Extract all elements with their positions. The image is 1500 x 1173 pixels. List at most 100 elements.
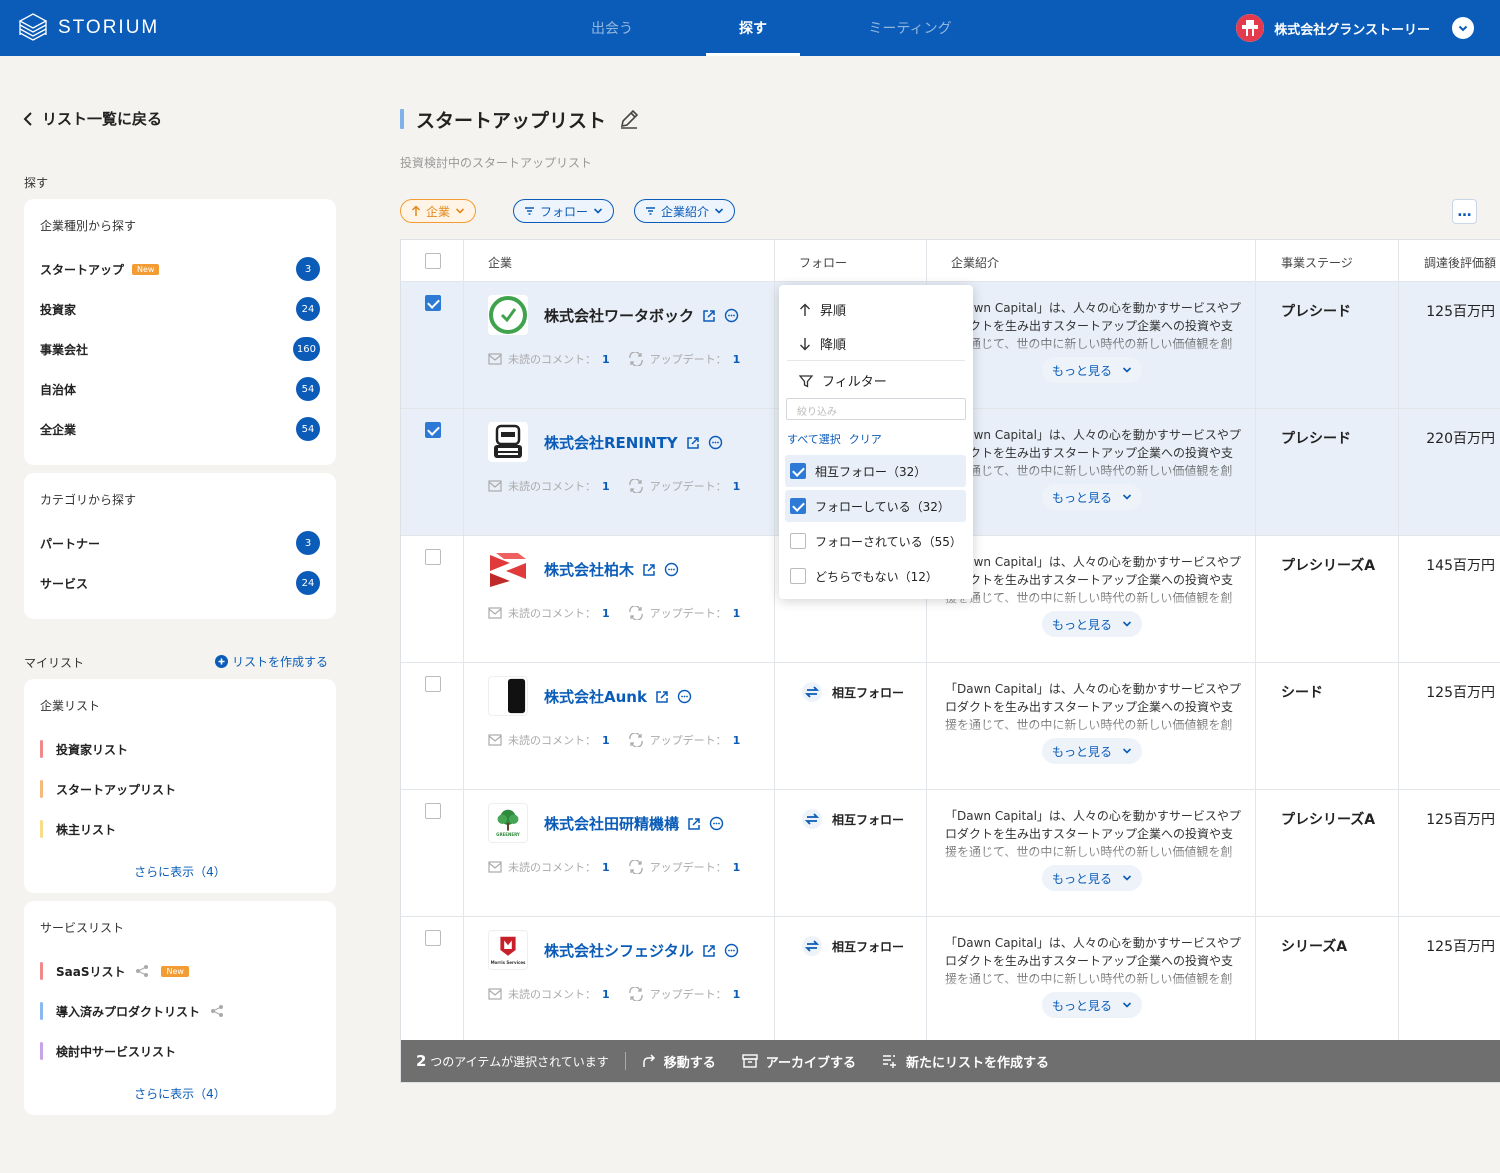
external-link-icon[interactable] [642, 563, 656, 577]
create-new-list-button[interactable]: 新たにリストを作成する [882, 1052, 1049, 1071]
count-badge: 54 [296, 417, 320, 441]
filter-option-following[interactable]: フォローしている（32） [785, 490, 966, 522]
list-item-investors[interactable]: 投資家リスト [40, 740, 128, 758]
company-intro: 「Dawn Capital」は、人々の心を動かすサービスやプロダクトを生み出すス… [945, 555, 1241, 605]
show-more-company-lists[interactable]: さらに表示（4） [24, 863, 336, 880]
chat-bubble-icon[interactable] [724, 308, 739, 323]
option-checkbox[interactable] [790, 568, 806, 584]
list-item-considering[interactable]: 検討中サービスリスト [40, 1042, 176, 1060]
table-row[interactable]: 株式会社Aunk 未読のコメント： 1 アップデート： 1 相互フォロー 「Dawn… [401, 663, 1500, 790]
clear-link[interactable]: クリア [849, 431, 882, 447]
filter-chip-follow[interactable]: フォロー [513, 199, 615, 223]
show-more-button[interactable]: もっと見る [1042, 738, 1142, 764]
table-row[interactable]: GREENERY 株式会社田研精機構 未読のコメント： 1 アップデート： 1 相互… [401, 790, 1500, 917]
option-checkbox[interactable] [790, 463, 806, 479]
row-checkbox[interactable] [425, 422, 441, 438]
company-name-link[interactable]: 株式会社RENINTY [544, 432, 723, 453]
follow-status: 相互フォロー [802, 936, 904, 956]
company-name-link[interactable]: 株式会社田研精機構 [544, 813, 724, 834]
row-checkbox[interactable] [425, 676, 441, 692]
business-stage: シリーズA [1281, 939, 1348, 955]
column-header-intro[interactable]: 企業紹介 [951, 254, 999, 271]
company-name-link[interactable]: 株式会社シフェジタル [544, 940, 739, 961]
filter-option-mutual[interactable]: 相互フォロー（32） [785, 455, 966, 487]
sidebar-item-partner[interactable]: パートナー 3 [40, 531, 320, 555]
option-checkbox[interactable] [790, 498, 806, 514]
company-name-link[interactable]: 株式会社Aunk [544, 686, 692, 707]
external-link-icon[interactable] [702, 944, 716, 958]
chat-bubble-icon[interactable] [708, 435, 723, 450]
move-button[interactable]: 移動する [642, 1052, 716, 1071]
chat-bubble-icon[interactable] [677, 689, 692, 704]
column-header-follow[interactable]: フォロー [799, 254, 847, 271]
chat-bubble-icon[interactable] [664, 562, 679, 577]
column-header-company[interactable]: 企業 [488, 254, 512, 271]
update-label: アップデート： [649, 861, 727, 874]
company-name-link[interactable]: 株式会社ワータボック [544, 305, 739, 326]
sidebar-item-municipality[interactable]: 自治体 54 [40, 377, 320, 401]
row-meta: 未読のコメント： 1 アップデート： 1 [488, 351, 740, 367]
external-link-icon[interactable] [687, 817, 701, 831]
tab-meeting[interactable]: ミーティング [860, 0, 960, 56]
share-icon[interactable] [135, 964, 149, 978]
list-item-saas[interactable]: SaaSリスト New [40, 962, 189, 980]
sidebar-item-corporate[interactable]: 事業会社 160 [40, 337, 320, 361]
company-name-link[interactable]: 株式会社柏木 [544, 559, 679, 580]
share-icon[interactable] [210, 1004, 224, 1018]
show-more-button[interactable]: もっと見る [1042, 992, 1142, 1018]
update-count: 1 [732, 352, 741, 366]
filter-option-neither[interactable]: どちらでもない（12） [785, 560, 966, 592]
back-to-lists-link[interactable]: リスト一覧に戻る [22, 108, 162, 129]
refresh-icon [628, 987, 643, 1001]
row-checkbox[interactable] [425, 803, 441, 819]
archive-button[interactable]: アーカイブする [742, 1052, 856, 1071]
show-more-button[interactable]: もっと見る [1042, 357, 1142, 383]
list-color-bar [40, 820, 43, 838]
company-logo [488, 422, 528, 462]
list-item-adopted-products[interactable]: 導入済みプロダクトリスト [40, 1002, 224, 1020]
select-all-checkbox[interactable] [425, 253, 441, 269]
show-more-button[interactable]: もっと見る [1042, 611, 1142, 637]
sidebar-item-all-companies[interactable]: 全企業 54 [40, 417, 320, 441]
select-all-link[interactable]: すべて選択 [787, 431, 841, 447]
edit-pencil-icon[interactable] [618, 108, 640, 130]
create-list-button[interactable]: リストを作成する [215, 653, 328, 670]
sidebar-item-service[interactable]: サービス 24 [40, 571, 320, 595]
filter-option-followed[interactable]: フォローされている（55） [785, 525, 966, 557]
chevron-down-icon[interactable] [1452, 17, 1474, 39]
tab-meet[interactable]: 出会う [580, 0, 644, 56]
sort-ascending-option[interactable]: 昇順 [799, 300, 846, 319]
list-item-startups[interactable]: スタートアップリスト [40, 780, 176, 798]
option-checkbox[interactable] [790, 533, 806, 549]
show-more-button[interactable]: もっと見る [1042, 865, 1142, 891]
user-menu[interactable]: 株式会社グランストーリー [1236, 14, 1474, 42]
chat-bubble-icon[interactable] [709, 816, 724, 831]
show-more-button[interactable]: もっと見る [1042, 484, 1142, 510]
company-type-card: 企業種別から探す スタートアップ New 3 投資家 24 事業会社 160 自… [24, 199, 336, 465]
follow-label: 相互フォロー [832, 939, 905, 954]
storium-logo[interactable]: STORIUM [18, 12, 159, 44]
tab-search[interactable]: 探す [706, 0, 800, 56]
filter-chip-company[interactable]: 企業 [400, 199, 477, 223]
chat-bubble-icon[interactable] [724, 943, 739, 958]
row-checkbox[interactable] [425, 549, 441, 565]
filter-chip-intro[interactable]: 企業紹介 [634, 199, 736, 223]
table-row[interactable]: Morris Services 株式会社シフェジタル 未読のコメント： 1 アップ… [401, 917, 1500, 1044]
more-options-button[interactable]: … [1452, 199, 1477, 224]
sort-descending-option[interactable]: 降順 [799, 334, 846, 353]
show-more-service-lists[interactable]: さらに表示（4） [24, 1085, 336, 1102]
sidebar-item-investor[interactable]: 投資家 24 [40, 297, 320, 321]
service-lists-title: サービスリスト [40, 921, 125, 935]
row-checkbox[interactable] [425, 295, 441, 311]
sidebar-item-startup[interactable]: スタートアップ New 3 [40, 257, 320, 281]
external-link-icon[interactable] [655, 690, 669, 704]
filter-search-input[interactable]: 絞り込み [786, 398, 966, 420]
update-count: 1 [732, 987, 741, 1001]
column-header-stage[interactable]: 事業ステージ [1281, 254, 1353, 271]
external-link-icon[interactable] [702, 309, 716, 323]
column-header-valuation[interactable]: 調達後評価額 [1424, 254, 1496, 271]
list-item-shareholders[interactable]: 株主リスト [40, 820, 116, 838]
create-list-label: リストを作成する [232, 655, 329, 669]
row-checkbox[interactable] [425, 930, 441, 946]
external-link-icon[interactable] [686, 436, 700, 450]
